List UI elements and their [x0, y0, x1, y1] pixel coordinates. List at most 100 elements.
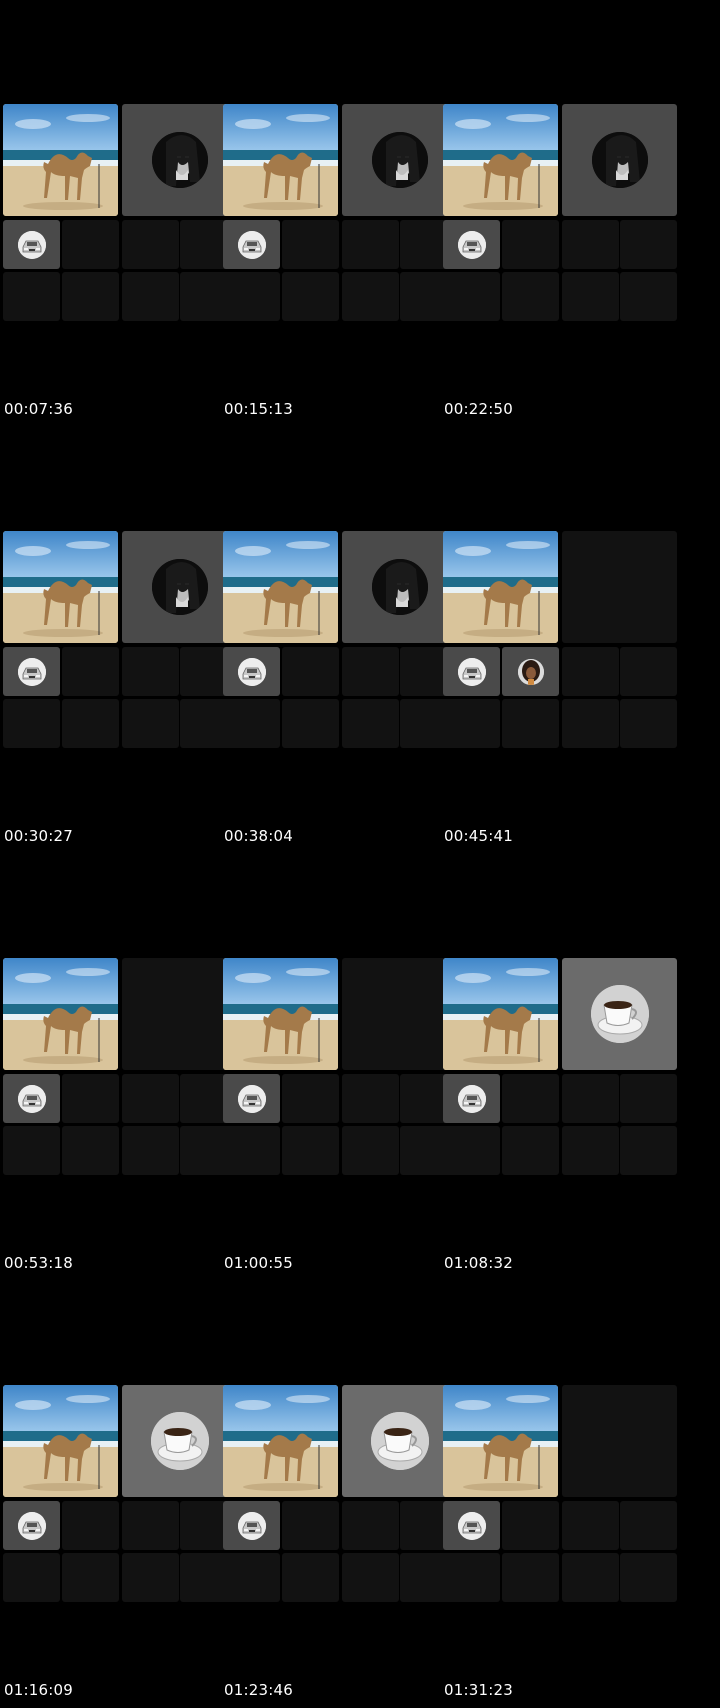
camel-beach-thumbnail	[3, 1385, 118, 1497]
camel-beach-thumbnail	[443, 104, 558, 216]
timestamp-label: 01:08:32	[444, 1254, 513, 1272]
empty-tile	[620, 647, 677, 696]
participant-grid	[443, 104, 677, 322]
camel-beach-thumbnail	[223, 104, 338, 216]
timestamp-label: 01:31:23	[444, 1681, 513, 1699]
car-avatar	[457, 230, 486, 259]
participant-grid	[3, 104, 237, 322]
empty-tile	[502, 220, 559, 269]
empty-tile	[620, 1553, 677, 1602]
empty-tile	[443, 272, 500, 321]
video-frame-1: 00:07:36	[0, 0, 240, 427]
empty-tile	[502, 1501, 559, 1550]
car-avatar	[237, 1511, 266, 1540]
coffee-cup-avatar	[150, 1412, 209, 1470]
car-tile	[223, 647, 280, 696]
empty-tile	[62, 1553, 119, 1602]
camel-beach-thumbnail	[443, 958, 558, 1070]
empty-tile	[282, 272, 339, 321]
empty-tile	[562, 531, 677, 643]
empty-tile	[223, 1126, 280, 1175]
car-avatar	[17, 230, 46, 259]
man-portrait-avatar	[151, 132, 208, 188]
timestamp-label: 01:23:46	[224, 1681, 293, 1699]
empty-tile	[122, 220, 179, 269]
empty-tile	[620, 1501, 677, 1550]
car-tile	[3, 647, 60, 696]
video-frame-5: 00:38:04	[220, 427, 460, 854]
empty-tile	[122, 1126, 179, 1175]
camel-beach-thumbnail	[443, 531, 558, 643]
car-avatar	[17, 657, 46, 686]
car-tile	[443, 647, 500, 696]
empty-tile	[122, 699, 179, 748]
car-tile	[443, 1074, 500, 1123]
car-tile	[3, 220, 60, 269]
camel-beach-thumbnail	[223, 1385, 338, 1497]
empty-tile	[62, 220, 119, 269]
empty-tile	[3, 1126, 60, 1175]
video-frame-6: 00:45:41	[440, 427, 680, 854]
empty-tile	[282, 1553, 339, 1602]
empty-tile	[282, 1501, 339, 1550]
car-avatar	[457, 1511, 486, 1540]
empty-tile	[342, 1501, 399, 1550]
participant-grid	[3, 958, 237, 1176]
video-frame-4: 00:30:27	[0, 427, 240, 854]
man-portrait-avatar	[371, 559, 428, 615]
empty-tile	[3, 1553, 60, 1602]
empty-tile	[562, 1126, 619, 1175]
participant-grid	[223, 104, 457, 322]
empty-tile	[443, 1126, 500, 1175]
timestamp-label: 01:00:55	[224, 1254, 293, 1272]
timestamp-label: 00:38:04	[224, 827, 293, 845]
empty-tile	[562, 1553, 619, 1602]
empty-tile	[282, 647, 339, 696]
timestamp-label: 00:22:50	[444, 400, 513, 418]
car-tile	[443, 1501, 500, 1550]
participant-grid	[3, 1385, 237, 1603]
empty-tile	[502, 1553, 559, 1602]
empty-tile	[502, 1074, 559, 1123]
empty-tile	[122, 1553, 179, 1602]
man-portrait-avatar	[371, 132, 428, 188]
car-avatar	[237, 1084, 266, 1113]
car-tile	[223, 1074, 280, 1123]
camel-beach-thumbnail	[3, 531, 118, 643]
empty-tile	[342, 647, 399, 696]
empty-tile	[502, 699, 559, 748]
car-avatar	[237, 230, 266, 259]
participant-grid	[443, 531, 677, 749]
car-avatar	[17, 1511, 46, 1540]
empty-tile	[122, 1501, 179, 1550]
empty-tile	[62, 1126, 119, 1175]
empty-tile	[62, 647, 119, 696]
video-frame-2: 00:15:13	[220, 0, 460, 427]
participant-grid	[443, 958, 677, 1176]
video-frame-9: 01:08:32	[440, 854, 680, 1281]
video-frame-7: 00:53:18	[0, 854, 240, 1281]
car-tile	[223, 220, 280, 269]
empty-tile	[282, 699, 339, 748]
empty-tile	[223, 272, 280, 321]
timestamp-label: 00:30:27	[4, 827, 73, 845]
timestamp-label: 00:07:36	[4, 400, 73, 418]
man-portrait-avatar	[151, 559, 208, 615]
car-avatar	[17, 1084, 46, 1113]
car-avatar	[457, 657, 486, 686]
video-frame-10: 01:16:09	[0, 1281, 240, 1708]
empty-tile	[342, 272, 399, 321]
empty-tile	[122, 1074, 179, 1123]
empty-tile	[282, 1126, 339, 1175]
empty-tile	[562, 220, 619, 269]
timestamp-label: 01:16:09	[4, 1681, 73, 1699]
empty-tile	[342, 1126, 399, 1175]
coffee-cup-tile	[562, 958, 677, 1070]
empty-tile	[562, 1501, 619, 1550]
empty-tile	[122, 647, 179, 696]
empty-tile	[342, 1553, 399, 1602]
woman-portrait-avatar	[517, 658, 544, 685]
woman-portrait-tile	[502, 647, 559, 696]
video-frame-3: 00:22:50	[440, 0, 680, 427]
empty-tile	[223, 699, 280, 748]
